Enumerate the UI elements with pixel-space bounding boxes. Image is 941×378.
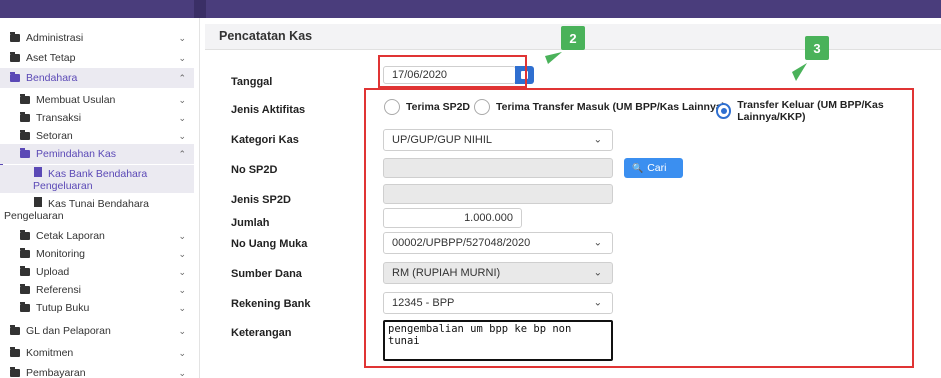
chevron-up-icon: ⌃ [178,148,186,159]
sidebar-item-label-line2: Pengeluaran [33,180,93,192]
sidebar-item-pemindahan-kas[interactable]: Pemindahan Kas ⌃ [0,144,194,164]
sidebar-item-label: Komitmen [26,347,74,359]
page-title: Pencatatan Kas [219,29,313,43]
folder-icon [20,248,30,258]
folder-icon [10,325,20,335]
folder-icon [20,230,30,240]
sidebar-item-membuat-usulan[interactable]: Membuat Usulan ⌄ [0,90,194,110]
sidebar-item-kas-tunai-bendahara[interactable]: Kas Tunai Bendahara Pengeluaran [0,197,194,223]
top-bar [0,0,941,18]
sumber-dana-label: Sumber Dana [231,268,302,280]
chevron-down-icon: ⌄ [178,112,186,123]
sidebar-item-monitoring[interactable]: Monitoring ⌄ [0,244,194,264]
sidebar-item-komitmen[interactable]: Komitmen ⌄ [0,343,194,363]
chevron-up-icon: ⌃ [178,72,186,83]
sidebar-item-label: Upload [36,266,70,278]
chevron-down-icon: ⌄ [178,302,186,313]
sidebar-item-label: Administrasi [26,32,84,44]
sidebar-item-label: Pemindahan Kas [36,148,116,160]
chevron-down-icon: ⌄ [178,284,186,295]
sidebar: Administrasi ⌄ Aset Tetap ⌄ Bendahara ⌃ Mem… [0,18,200,378]
sidebar-item-label: GL dan Pelaporan [26,325,111,337]
rekening-bank-label: Rekening Bank [231,298,311,310]
folder-icon [10,347,20,357]
keterangan-label: Keterangan [231,327,292,339]
chevron-down-icon: ⌄ [178,130,186,141]
sidebar-item-upload[interactable]: Upload ⌄ [0,262,194,282]
sidebar-item-label: Monitoring [36,248,86,260]
document-icon [34,167,42,177]
chevron-down-icon: ⌄ [178,266,186,277]
folder-icon [20,130,30,140]
jumlah-label: Jumlah [231,217,270,229]
kategori-kas-label: Kategori Kas [231,134,299,146]
sidebar-item-label: Pembayaran [26,367,86,378]
sidebar-item-label: Kas Tunai Bendahara [48,198,149,210]
jenis-aktifitas-label: Jenis Aktifitas [231,104,306,116]
chevron-down-icon: ⌄ [178,94,186,105]
sidebar-item-referensi[interactable]: Referensi ⌄ [0,280,194,300]
sidebar-item-tutup-buku[interactable]: Tutup Buku ⌄ [0,298,194,318]
sidebar-item-kas-bank-bendahara[interactable]: Kas Bank Bendahara Pengeluaran [0,165,194,193]
sidebar-item-label: Kas Bank Bendahara [48,168,148,180]
sidebar-item-label: Setoran [36,130,73,142]
folder-icon [20,302,30,312]
folder-icon [10,367,20,377]
folder-icon [20,266,30,276]
folder-icon [20,284,30,294]
chevron-down-icon: ⌄ [178,230,186,241]
sidebar-item-label-line2: Pengeluaran [4,210,64,222]
sidebar-item-label: Bendahara [26,72,78,84]
sidebar-item-setoran[interactable]: Setoran ⌄ [0,126,194,146]
sidebar-item-label: Referensi [36,284,81,296]
callout-badge-2: 2 [561,26,585,50]
sidebar-item-label: Cetak Laporan [36,230,105,242]
chevron-down-icon: ⌄ [178,32,186,43]
sidebar-item-label: Membuat Usulan [36,94,116,106]
no-uang-muka-label: No Uang Muka [231,238,308,250]
sidebar-item-aset-tetap[interactable]: Aset Tetap ⌄ [0,48,194,68]
folder-icon [20,148,30,158]
tanggal-label: Tanggal [231,76,273,88]
folder-icon [20,112,30,122]
folder-icon [10,52,20,62]
folder-icon [20,94,30,104]
chevron-down-icon: ⌄ [178,248,186,259]
chevron-down-icon: ⌄ [178,52,186,63]
sidebar-item-transaksi[interactable]: Transaksi ⌄ [0,108,194,128]
chevron-down-icon: ⌄ [178,347,186,358]
sidebar-item-gl-dan-pelaporan[interactable]: GL dan Pelaporan ⌄ [0,321,194,341]
sidebar-item-pembayaran[interactable]: Pembayaran ⌄ [0,363,194,378]
document-icon [34,197,42,207]
folder-icon [10,32,20,42]
highlight-box-tanggal [378,55,527,88]
callout-arrow-3 [792,63,807,81]
sidebar-item-label: Tutup Buku [36,302,90,314]
jenis-sp2d-label: Jenis SP2D [231,194,291,206]
top-bar-separator [194,0,206,18]
folder-icon [10,72,20,82]
sidebar-item-bendahara[interactable]: Bendahara ⌃ [0,68,194,88]
sidebar-item-cetak-laporan[interactable]: Cetak Laporan ⌄ [0,226,194,246]
chevron-down-icon: ⌄ [178,367,186,378]
chevron-down-icon: ⌄ [178,325,186,336]
highlight-box-form [364,88,914,368]
sidebar-item-label: Aset Tetap [26,52,76,64]
sidebar-item-label: Transaksi [36,112,82,124]
callout-arrow-2 [545,52,562,64]
callout-badge-3: 3 [805,36,829,60]
sidebar-item-administrasi[interactable]: Administrasi ⌄ [0,28,194,48]
no-sp2d-label: No SP2D [231,164,278,176]
